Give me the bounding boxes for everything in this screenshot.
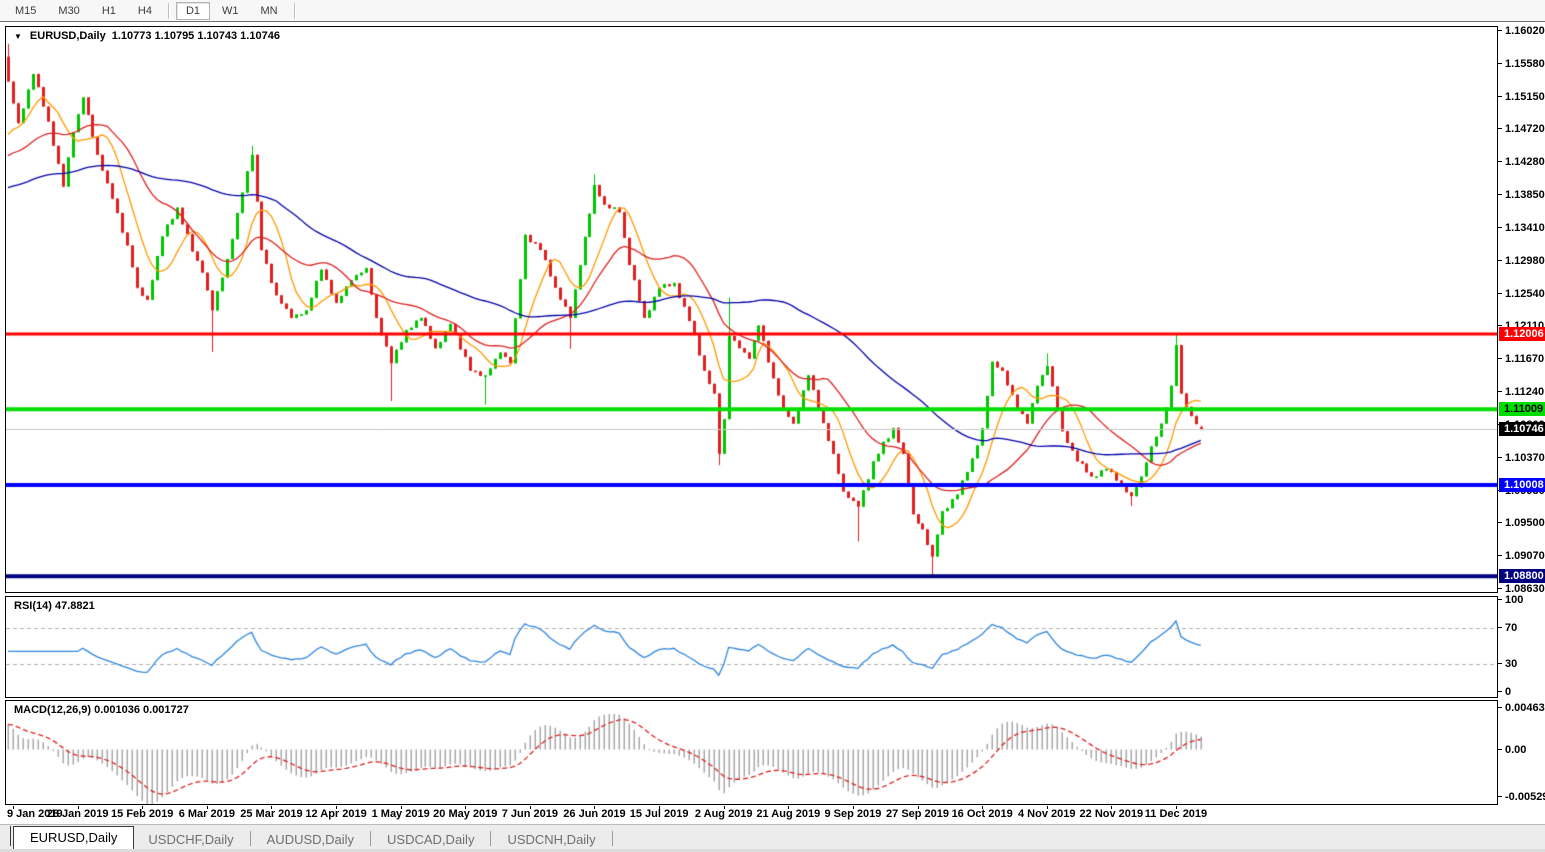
time-axis-tick [853,806,854,809]
price-chart-canvas[interactable] [6,27,1497,592]
rsi-indicator-panel: RSI(14) 47.8821 [5,596,1498,698]
price-axis-tick: 1.11240 [1498,385,1545,399]
time-axis-label: 15 Jul 2019 [630,808,689,820]
mt4-window: M15M30H1H4 D1W1MN ▼ EURUSD,Daily 1.10773 … [0,0,1545,852]
price-axis-tick: 1.14280 [1498,155,1545,169]
timeframe-button-m30[interactable]: M30 [48,2,89,20]
time-axis-tick [724,806,725,809]
time-axis-tick [13,806,14,809]
time-axis-label: 20 May 2019 [433,808,497,820]
hline-price-badge[interactable]: 1.10008 [1499,478,1545,492]
rsi-canvas[interactable] [6,597,1497,697]
price-axis-tick: 1.09070 [1498,549,1545,563]
chart-ohlc-values: 1.10773 1.10795 1.10743 1.10746 [112,30,280,42]
time-axis-tick [918,806,919,809]
time-axis-tick [1111,806,1112,809]
tab-separator [612,831,613,846]
timeframe-button-h4[interactable]: H4 [128,2,162,20]
tab-separator [10,826,11,846]
price-axis[interactable]: 1.16020 1.15580 1.15150 1.14720 1.14280 1.138… [1498,26,1545,822]
time-axis-label: 1 May 2019 [372,808,430,820]
time-axis-tick [336,806,337,809]
price-axis-tick: 1.12980 [1498,254,1545,268]
rsi-axis-tick: 30 [1498,657,1545,671]
time-axis-label: 7 Jun 2019 [502,808,558,820]
time-axis-label: 6 Mar 2019 [179,808,235,820]
timeframe-button-m15[interactable]: M15 [5,2,46,20]
hline-price-badge[interactable]: 1.11009 [1499,402,1545,416]
time-axis-label: 9 Sep 2019 [824,808,881,820]
hline-price-badge[interactable]: 1.08800 [1499,569,1545,583]
chart-title: ▼ EURUSD,Daily 1.10773 1.10795 1.10743 1… [14,30,280,42]
time-axis-label: 15 Feb 2019 [111,808,173,820]
time-axis-tick [659,806,660,809]
price-axis-tick: 1.11670 [1498,352,1545,366]
tab-separator [490,831,491,846]
macd-axis-tick: 0.00463 [1498,701,1545,715]
price-axis-tick: 1.13410 [1498,221,1545,235]
price-axis-tick: 1.13850 [1498,188,1545,202]
current-price-badge: 1.10746 [1499,422,1545,436]
price-axis-tick: 1.14720 [1498,122,1545,136]
time-axis-tick [207,806,208,809]
price-axis-tick: 1.15580 [1498,57,1545,71]
toolbar-separator [168,3,170,19]
time-axis-tick [271,806,272,809]
time-axis-tick [1047,806,1048,809]
macd-axis-tick: 0.00 [1498,743,1545,757]
time-axis-tick [78,806,79,809]
timeframe-button-d1[interactable]: D1 [176,2,210,20]
time-axis-label: 22 Nov 2019 [1080,808,1144,820]
rsi-axis-tick: 70 [1498,621,1545,635]
macd-canvas[interactable] [6,701,1497,804]
price-axis-tick: 1.09500 [1498,516,1545,530]
timeframe-button-h1[interactable]: H1 [92,2,126,20]
timeframe-button-mn[interactable]: MN [251,2,288,20]
rsi-label: RSI(14) 47.8821 [14,600,95,612]
macd-indicator-panel: MACD(12,26,9) 0.001036 0.001727 [5,700,1498,805]
rsi-axis-tick: 0 [1498,685,1545,699]
time-axis-tick [142,806,143,809]
tab-separator [250,831,251,846]
time-axis[interactable]: 9 Jan 201928 Jan 201915 Feb 20196 Mar 20… [5,806,1498,823]
time-axis-tick [401,806,402,809]
time-axis-label: 25 Mar 2019 [240,808,302,820]
time-axis-label: 21 Aug 2019 [756,808,820,820]
time-axis-tick [982,806,983,809]
chart-symbol-period: EURUSD,Daily [30,30,106,42]
price-chart-panel: ▼ EURUSD,Daily 1.10773 1.10795 1.10743 1… [5,26,1498,593]
time-axis-label: 16 Oct 2019 [952,808,1013,820]
time-axis-tick [788,806,789,809]
time-axis-tick [530,806,531,809]
rsi-axis-tick: 100 [1498,593,1545,607]
time-axis-label: 2 Aug 2019 [695,808,753,820]
time-axis-label: 4 Nov 2019 [1018,808,1075,820]
time-axis-tick [594,806,595,809]
time-axis-label: 28 Jan 2019 [47,808,109,820]
price-axis-tick: 1.15150 [1498,90,1545,104]
hline-price-badge[interactable]: 1.12006 [1499,327,1545,341]
time-axis-tick [1176,806,1177,809]
macd-label: MACD(12,26,9) 0.001036 0.001727 [14,704,189,716]
price-axis-tick: 1.10370 [1498,451,1545,465]
timeframe-toolbar: M15M30H1H4 D1W1MN [0,0,1545,22]
time-axis-tick [465,806,466,809]
price-axis-tick: 1.16020 [1498,24,1545,38]
time-axis-label: 11 Dec 2019 [1145,808,1207,820]
price-axis-tick: 1.12540 [1498,287,1545,301]
chart-tab-bar: EURUSD,DailyUSDCHF,DailyAUDUSD,DailyUSDC… [0,824,1545,852]
time-axis-label: 26 Jun 2019 [563,808,625,820]
macd-axis-tick: -0.005295 [1498,790,1545,804]
time-axis-label: 12 Apr 2019 [305,808,366,820]
chart-dropdown-icon[interactable]: ▼ [14,32,22,41]
toolbar-separator [294,3,296,19]
time-axis-label: 27 Sep 2019 [886,808,949,820]
tab-separator [370,831,371,846]
timeframe-button-w1[interactable]: W1 [212,2,249,20]
